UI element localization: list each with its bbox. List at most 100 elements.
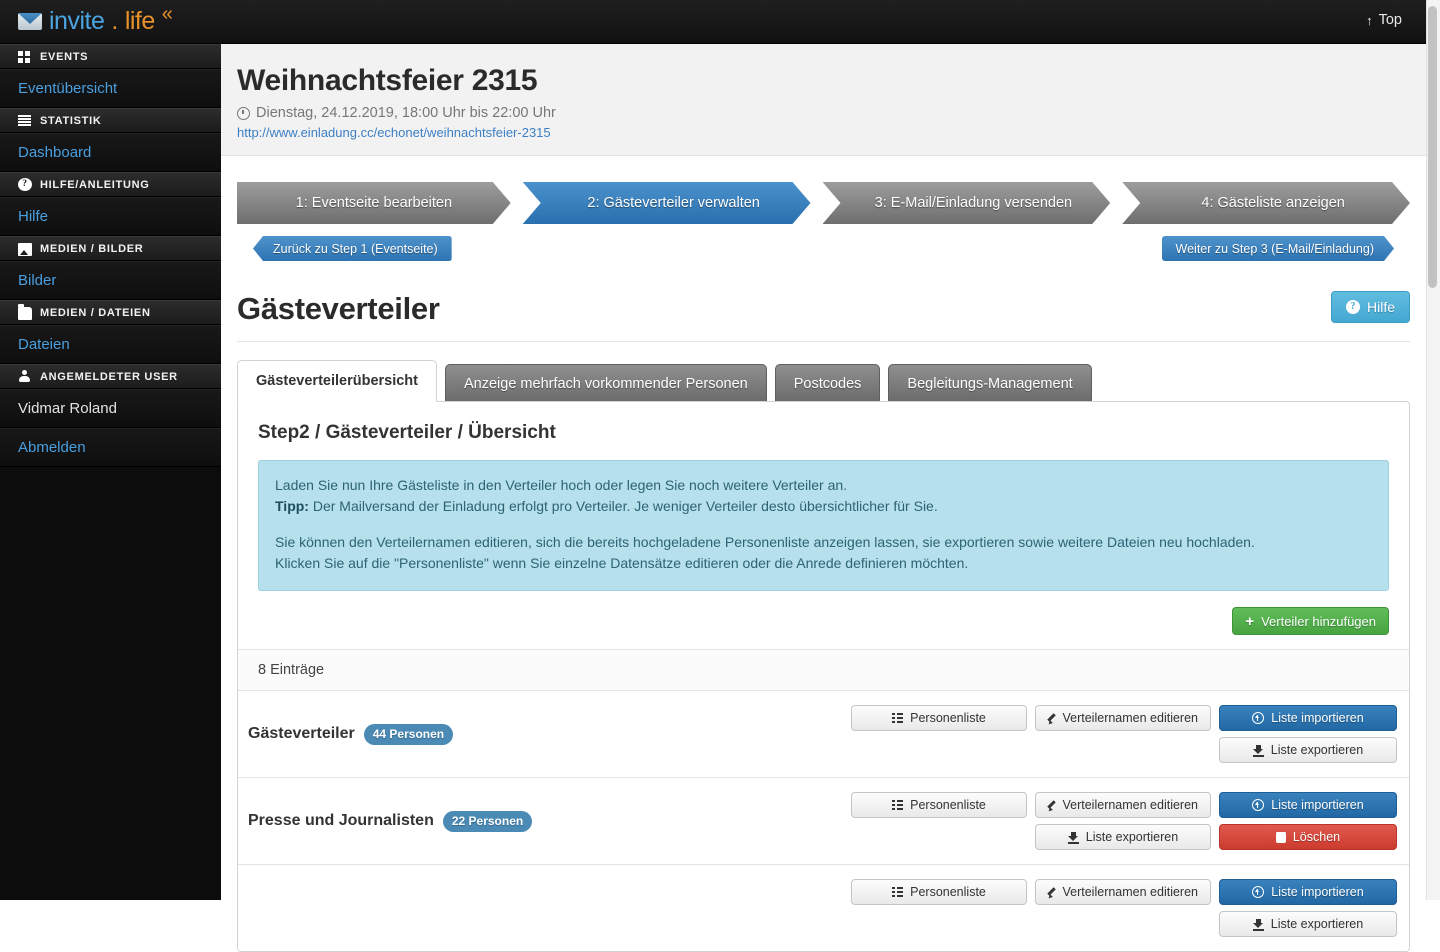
export-list-button[interactable]: Liste exportieren bbox=[1219, 737, 1397, 764]
sidebar-item[interactable]: Eventübersicht bbox=[0, 69, 221, 108]
info-box: Laden Sie nun Ihre Gästeliste in den Ver… bbox=[258, 460, 1389, 592]
upload-circle-icon bbox=[1252, 712, 1265, 725]
add-distributor-button[interactable]: + Verteiler hinzufügen bbox=[1232, 607, 1389, 636]
distributor-name-block: Gästeverteiler 44 Personen bbox=[248, 723, 454, 745]
grid-icon bbox=[18, 50, 32, 63]
brand-quote: « bbox=[161, 3, 173, 25]
edit-name-button[interactable]: Verteilernamen editieren bbox=[1035, 705, 1211, 732]
personenliste-button[interactable]: Personenliste bbox=[851, 705, 1027, 732]
info-tip-label: Tipp: bbox=[275, 498, 309, 515]
envelope-icon bbox=[18, 13, 42, 30]
export-list-button[interactable]: Liste exportieren bbox=[1035, 824, 1211, 851]
sidebar-link[interactable]: Eventübersicht bbox=[18, 80, 117, 97]
sidebar-link[interactable]: Bilder bbox=[18, 272, 56, 289]
row-buttons-line2: Liste exportieren bbox=[1219, 737, 1397, 764]
sidebar-item[interactable]: Bilder bbox=[0, 261, 221, 300]
import-list-button[interactable]: Liste importieren bbox=[1219, 879, 1397, 906]
row-buttons: Personenliste Verteilernamen editieren Lis… bbox=[851, 879, 1397, 938]
personenliste-button[interactable]: Personenliste bbox=[851, 879, 1027, 906]
step-label: 4: Gästeliste anzeigen bbox=[1201, 195, 1345, 211]
download-icon bbox=[1252, 918, 1264, 931]
help-button-label: Hilfe bbox=[1366, 299, 1395, 315]
edit-name-button[interactable]: Verteilernamen editieren bbox=[1035, 879, 1211, 906]
back-to-step1-button[interactable]: Zurück zu Step 1 (Eventseite) bbox=[253, 236, 452, 261]
sidebar-item[interactable]: Hilfe bbox=[0, 197, 221, 236]
distributor-name: Gästeverteiler bbox=[248, 725, 355, 743]
step-2[interactable]: 2: Gästeverteiler verwalten bbox=[523, 182, 811, 224]
import-list-label: Liste importieren bbox=[1271, 798, 1364, 813]
delete-label: Löschen bbox=[1292, 830, 1341, 845]
scroll-to-top-link[interactable]: ↑ Top bbox=[1366, 12, 1402, 28]
edit-name-button[interactable]: Verteilernamen editieren bbox=[1035, 792, 1211, 819]
sidebar-text: Vidmar Roland bbox=[18, 400, 117, 417]
step-4[interactable]: 4: Gästeliste anzeigen bbox=[1122, 182, 1410, 224]
sidebar-link[interactable]: Hilfe bbox=[18, 208, 48, 225]
picture-icon bbox=[18, 243, 32, 256]
distributor-name: Presse und Journalisten bbox=[248, 812, 434, 830]
sidebar-item[interactable]: Dateien bbox=[0, 325, 221, 364]
edit-name-label: Verteilernamen editieren bbox=[1062, 711, 1199, 726]
distributor-name-block: Presse und Journalisten 22 Personen bbox=[248, 810, 533, 832]
pencil-icon bbox=[1048, 887, 1056, 898]
sidebar: EVENTS Eventübersicht STATISTIK Dashboard? H… bbox=[0, 44, 221, 900]
event-header: Weihnachtsfeier 2315 Dienstag, 24.12.201… bbox=[221, 44, 1426, 156]
brand-logo[interactable]: invite. life « bbox=[18, 3, 173, 36]
step-3[interactable]: 3: E-Mail/Einladung versenden bbox=[823, 182, 1111, 224]
sidebar-item[interactable]: Dashboard bbox=[0, 133, 221, 172]
delete-button[interactable]: Löschen bbox=[1219, 824, 1397, 851]
row-buttons-line2: Liste exportieren bbox=[1219, 911, 1397, 938]
sidebar-link[interactable]: Dashboard bbox=[18, 144, 91, 161]
next-to-step3-button[interactable]: Weiter zu Step 3 (E-Mail/Einladung) bbox=[1162, 236, 1394, 261]
sidebar-group-0: EVENTS bbox=[0, 44, 221, 69]
export-list-label: Liste exportieren bbox=[1270, 917, 1364, 932]
import-list-button[interactable]: Liste importieren bbox=[1219, 792, 1397, 819]
tab-1[interactable]: Anzeige mehrfach vorkommender Personen bbox=[445, 364, 767, 402]
personenliste-button[interactable]: Personenliste bbox=[851, 792, 1027, 819]
sidebar-link[interactable]: Dateien bbox=[18, 336, 70, 353]
sidebar-group-label: MEDIEN / BILDER bbox=[40, 242, 144, 255]
sidebar-group-label: EVENTS bbox=[40, 50, 89, 63]
page-scrollbar[interactable] bbox=[1426, 0, 1440, 900]
row-buttons: Personenliste Verteilernamen editieren Lis… bbox=[851, 792, 1397, 851]
arrow-up-icon: ↑ bbox=[1366, 12, 1373, 28]
plus-icon: + bbox=[1245, 612, 1255, 630]
scrollbar-thumb[interactable] bbox=[1428, 6, 1437, 288]
sidebar-link[interactable]: Abmelden bbox=[18, 439, 86, 456]
upload-circle-icon bbox=[1252, 886, 1265, 899]
row-buttons-line1: Personenliste Verteilernamen editieren Lis… bbox=[851, 879, 1397, 906]
row-buttons-line1: Personenliste Verteilernamen editieren Lis… bbox=[851, 705, 1397, 732]
step-navigation: 1: Eventseite bearbeiten 2: Gästeverteile… bbox=[237, 182, 1410, 224]
export-list-button[interactable]: Liste exportieren bbox=[1219, 911, 1397, 938]
panel-inner: Step2 / Gästeverteiler / Übersicht Laden… bbox=[238, 402, 1409, 592]
event-url-link[interactable]: http://www.einladung.cc/echonet/weihnach… bbox=[237, 125, 551, 140]
person-count-badge: 22 Personen bbox=[442, 810, 533, 832]
steps-section: 1: Eventseite bearbeiten 2: Gästeverteile… bbox=[221, 156, 1426, 261]
bars-icon bbox=[18, 114, 32, 127]
tab-0[interactable]: Gästeverteilerübersicht bbox=[237, 360, 437, 402]
help-button[interactable]: ? Hilfe bbox=[1330, 291, 1410, 323]
panel-heading: Step2 / Gästeverteiler / Übersicht bbox=[258, 422, 556, 443]
import-list-label: Liste importieren bbox=[1271, 885, 1364, 900]
distributor-list: Gästeverteiler 44 Personen Personenliste Ve… bbox=[238, 690, 1409, 951]
sidebar-group-label: ANGEMELDETER USER bbox=[40, 370, 178, 383]
sidebar-group-3: MEDIEN / BILDER bbox=[0, 236, 221, 261]
step-label: 2: Gästeverteiler verwalten bbox=[587, 195, 760, 211]
info-tip-text: Der Mailversand der Einladung erfolgt pr… bbox=[308, 498, 938, 515]
brand-part-2: life bbox=[124, 7, 155, 35]
step-1[interactable]: 1: Eventseite bearbeiten bbox=[237, 182, 511, 224]
tab-label: Anzeige mehrfach vorkommender Personen bbox=[464, 375, 748, 392]
tab-3[interactable]: Begleitungs-Management bbox=[888, 364, 1092, 402]
sidebar-item[interactable]: Abmelden bbox=[0, 428, 221, 467]
question-icon: ? bbox=[18, 178, 32, 191]
import-list-button[interactable]: Liste importieren bbox=[1219, 705, 1397, 732]
sidebar-group-2: ? HILFE/ANLEITUNG bbox=[0, 172, 221, 197]
top-bar: invite. life « ↑ Top bbox=[0, 0, 1426, 44]
event-date-row: Dienstag, 24.12.2019, 18:00 Uhr bis 22:0… bbox=[237, 105, 1426, 121]
page-title: Gästeverteiler bbox=[237, 291, 440, 326]
table-row: Presse und Journalisten 22 Personen Person… bbox=[238, 777, 1409, 864]
row-buttons-line2: Liste exportieren Löschen bbox=[1035, 824, 1397, 851]
person-count-badge: 44 Personen bbox=[363, 723, 454, 745]
tab-2[interactable]: Postcodes bbox=[774, 364, 881, 402]
table-row: Gästeverteiler 44 Personen Personenliste Ve… bbox=[238, 690, 1409, 777]
